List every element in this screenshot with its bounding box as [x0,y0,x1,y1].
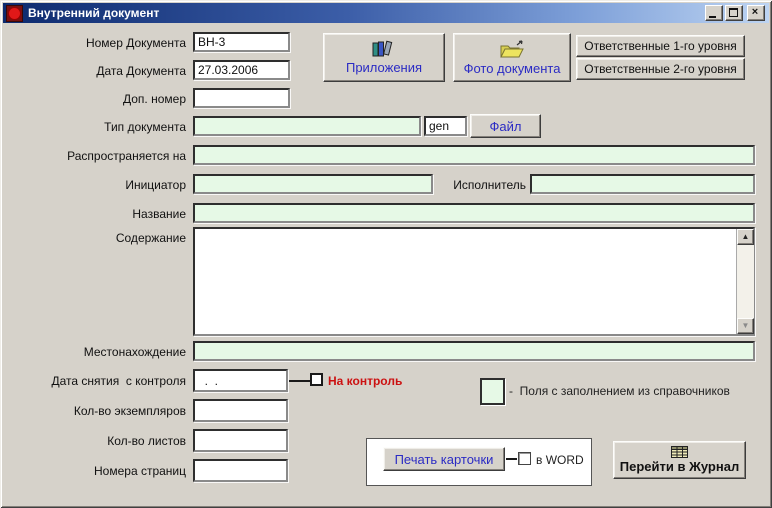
internal-document-window: Внутренний документ × Номер Документа Да… [0,0,772,508]
attachments-button[interactable]: Приложения [323,33,445,82]
copies-count-input[interactable] [193,399,288,422]
table-icon [671,446,688,458]
scroll-up-icon[interactable]: ▲ [737,229,754,245]
page-numbers-label: Номера страниц [94,464,186,478]
file-button[interactable]: Файл [470,114,541,138]
file-type-input[interactable] [424,116,467,136]
window-title: Внутренний документ [28,6,160,20]
content-label: Содержание [115,231,186,245]
control-release-date-label: Дата снятия с контроля [51,374,187,388]
in-word-label: в WORD [536,453,584,467]
responsible-level2-label: Ответственные 2-го уровня [584,62,737,76]
app-icon [6,4,23,22]
red-ball-icon [8,6,21,20]
connector-line [506,458,517,460]
on-control-checkbox[interactable] [310,373,323,386]
doc-type-input[interactable] [193,116,421,136]
close-button[interactable]: × [747,5,765,21]
content-scrollbar[interactable]: ▲ ▼ [736,229,754,334]
responsible-level1-button[interactable]: Ответственные 1-го уровня [576,35,745,57]
initiator-label: Инициатор [125,178,186,192]
attachments-button-label: Приложения [345,60,423,75]
print-card-button[interactable]: Печать карточки [383,447,505,471]
doc-number-label: Номер Документа [85,36,186,50]
minimize-button[interactable] [705,5,723,21]
responsible-level2-button[interactable]: Ответственные 2-го уровня [576,58,745,80]
titlebar[interactable]: Внутренний документ × [3,3,769,23]
scroll-down-icon[interactable]: ▼ [737,318,754,334]
copies-count-label: Кол-во экземпляров [73,404,186,418]
in-word-checkbox[interactable] [518,452,531,465]
connector-line [289,380,310,382]
books-icon [372,40,393,57]
sheets-count-label: Кол-во листов [107,434,186,448]
doc-type-label: Тип документа [104,120,186,134]
minimize-icon [709,16,716,18]
content-textarea[interactable] [193,227,755,336]
folder-icon [500,39,524,57]
responsible-level1-label: Ответственные 1-го уровня [584,39,737,53]
page-numbers-input[interactable] [193,459,288,482]
doc-date-input[interactable] [193,60,290,80]
extra-number-input[interactable] [193,88,290,108]
applies-to-label: Распространяется на [67,149,186,163]
applies-to-input[interactable] [193,145,755,165]
doc-date-label: Дата Документа [96,64,186,78]
legend-note: - Поля с заполнением из справочников [509,384,730,398]
maximize-icon [729,8,738,17]
close-icon: × [751,6,759,18]
sheets-count-input[interactable] [193,429,288,452]
go-to-journal-button[interactable]: Перейти в Журнал [613,441,746,479]
location-label: Местонахождение [83,345,186,359]
print-card-label: Печать карточки [394,451,494,467]
maximize-button[interactable] [725,5,743,21]
extra-number-label: Доп. номер [123,92,186,106]
file-button-label: Файл [489,118,522,134]
reference-field-swatch [480,378,505,405]
control-release-date-input[interactable] [193,369,288,392]
location-input[interactable] [193,341,755,361]
executor-input[interactable] [530,174,755,194]
doc-number-input[interactable] [193,32,290,52]
doc-title-label: Название [132,207,186,221]
photo-button[interactable]: Фото документа [453,33,571,82]
go-to-journal-label: Перейти в Журнал [619,459,740,474]
photo-button-label: Фото документа [463,60,561,76]
on-control-label: На контроль [328,374,403,388]
executor-label: Исполнитель [453,178,526,192]
doc-title-input[interactable] [193,203,755,223]
